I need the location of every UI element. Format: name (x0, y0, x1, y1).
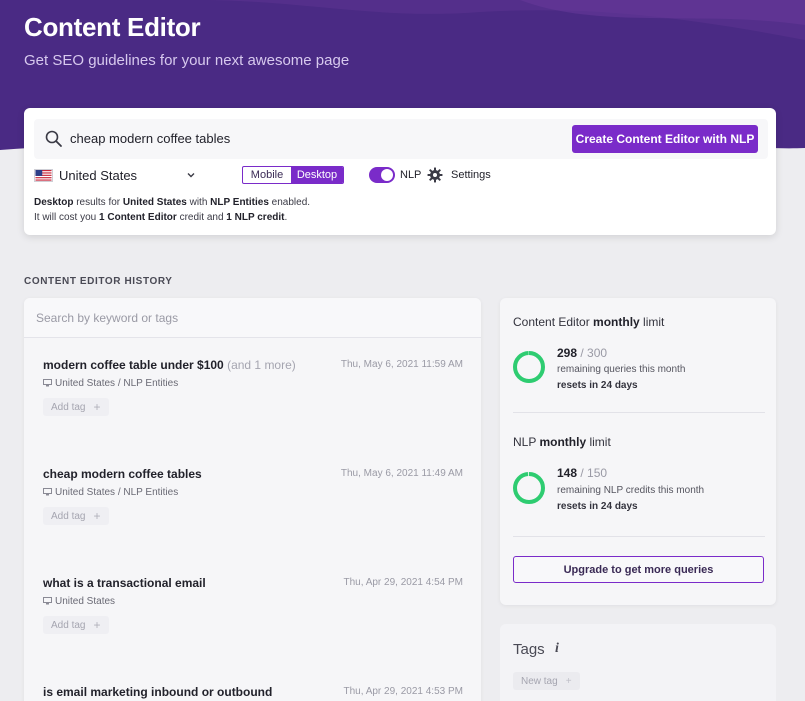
history-item[interactable]: cheap modern coffee tables Thu, May 6, 2… (43, 467, 463, 557)
nlp-limit-heading: NLP monthly limit (513, 435, 611, 449)
cost-info-line-2: It will cost you 1 Content Editor credit… (34, 212, 288, 223)
page-title: Content Editor (24, 12, 201, 42)
plus-icon: + (565, 675, 572, 687)
history-item[interactable]: is email marketing inbound or outbound T… (43, 685, 463, 701)
chevron-down-icon[interactable] (186, 170, 196, 180)
limits-divider (513, 412, 765, 413)
history-item-date: Thu, Apr 29, 2021 4:54 PM (343, 577, 463, 588)
cost-info: Desktop results for United States with N… (34, 195, 310, 225)
device-mobile-option[interactable]: Mobile (243, 167, 291, 183)
keyword-search-bar[interactable]: cheap modern coffee tables Create Conten… (34, 119, 768, 159)
nlp-label: NLP (400, 169, 422, 181)
history-item-meta: United States / NLP Entities (43, 378, 178, 389)
history-item-title[interactable]: modern coffee table under $100 (and 1 mo… (43, 358, 296, 372)
plus-icon: + (93, 618, 101, 632)
monitor-icon (43, 379, 52, 387)
history-item-title[interactable]: is email marketing inbound or outbound (43, 685, 272, 699)
tags-card: Tags i New tag + (500, 624, 776, 701)
add-tag-button[interactable]: Add tag + (43, 398, 109, 416)
history-item-title[interactable]: cheap modern coffee tables (43, 467, 202, 481)
history-list: Search by keyword or tags modern coffee … (24, 298, 481, 701)
upgrade-button[interactable]: Upgrade to get more queries (513, 556, 764, 583)
info-icon[interactable]: i (555, 641, 559, 657)
options-row: United States Mobile Desktop NLP Setting… (34, 166, 768, 186)
content-editor-reset: resets in 24 days (557, 380, 638, 391)
plus-icon: + (93, 509, 101, 523)
history-item-title[interactable]: what is a transactional email (43, 576, 206, 590)
history-item-meta: United States (43, 596, 115, 607)
nlp-remaining-desc: remaining NLP credits this month (557, 485, 705, 496)
create-content-editor-button[interactable]: Create Content Editor with NLP (572, 125, 758, 153)
content-editor-remaining-desc: remaining queries this month (557, 364, 686, 375)
new-editor-card: cheap modern coffee tables Create Conten… (24, 108, 776, 235)
monitor-icon (43, 597, 52, 605)
add-tag-button[interactable]: Add tag + (43, 616, 109, 634)
device-toggle: Mobile Desktop (242, 166, 344, 184)
history-item[interactable]: modern coffee table under $100 (and 1 mo… (43, 358, 463, 448)
history-search[interactable]: Search by keyword or tags (24, 298, 481, 338)
settings-link[interactable]: Settings (451, 169, 491, 181)
nlp-reset: resets in 24 days (557, 501, 638, 512)
limits-divider (513, 536, 765, 537)
content-editor-remaining: 298 / 300 (557, 346, 608, 360)
nlp-toggle-knob (381, 169, 393, 181)
history-item-date: Thu, May 6, 2021 11:59 AM (340, 359, 463, 370)
content-editor-limit-heading: Content Editor monthly limit (513, 315, 665, 329)
page-subtitle: Get SEO guidelines for your next awesome… (24, 52, 350, 69)
monthly-limits-card: Content Editor monthly limit 298 / 300 r… (500, 298, 776, 605)
us-flag-icon (34, 169, 53, 182)
plus-icon: + (93, 400, 101, 414)
history-search-input[interactable]: Search by keyword or tags (36, 311, 178, 325)
keyword-input[interactable]: cheap modern coffee tables (70, 131, 230, 146)
cost-info-line-1: Desktop results for United States with N… (34, 197, 311, 208)
content-editor-usage-ring (513, 351, 545, 383)
device-desktop-option[interactable]: Desktop (291, 167, 343, 183)
tags-title: Tags (513, 641, 545, 658)
nlp-remaining: 148 / 150 (557, 466, 608, 480)
nlp-toggle[interactable] (369, 167, 395, 183)
history-item-meta: United States / NLP Entities (43, 487, 178, 498)
new-tag-button[interactable]: New tag + (513, 672, 580, 690)
country-select[interactable]: United States (59, 168, 137, 183)
monitor-icon (43, 488, 52, 496)
search-icon (45, 130, 62, 147)
history-item-date: Thu, Apr 29, 2021 4:53 PM (343, 686, 463, 697)
add-tag-button[interactable]: Add tag + (43, 507, 109, 525)
gear-icon[interactable] (427, 167, 443, 183)
history-item-date: Thu, May 6, 2021 11:49 AM (340, 468, 463, 479)
history-item[interactable]: what is a transactional email Thu, Apr 2… (43, 576, 463, 666)
history-section-title: CONTENT EDITOR HISTORY (24, 276, 173, 287)
nlp-usage-ring (513, 472, 545, 504)
